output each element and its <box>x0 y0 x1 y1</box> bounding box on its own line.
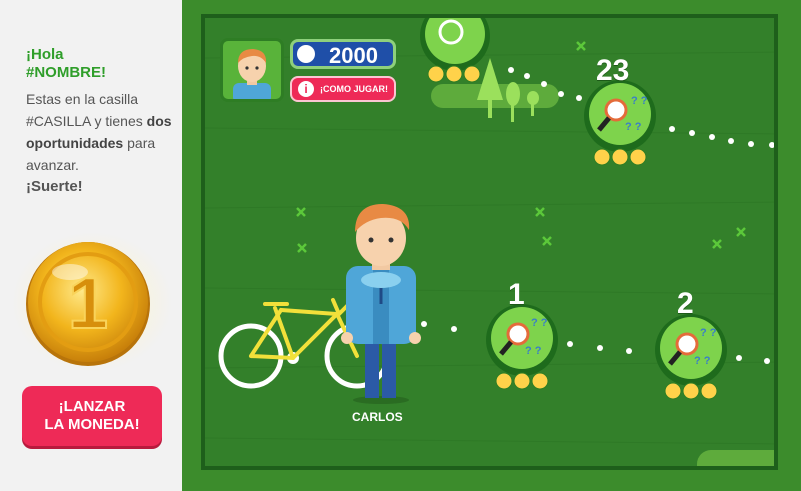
message-text-1: Estas en la casilla #CASILLA y tienes <box>26 91 143 129</box>
svg-text:? ?: ? ? <box>525 345 542 357</box>
square-number-1: 1 <box>508 278 525 311</box>
board-square-2[interactable]: ? ? ? ? <box>655 314 727 400</box>
flip-coin-button[interactable]: ¡LANZAR LA MONEDA! <box>22 386 162 446</box>
square-number-23: 23 <box>596 54 630 87</box>
sidebar: ¡Hola #NOMBRE! Estas en la casilla #CASI… <box>0 0 183 491</box>
stars-rating <box>593 148 647 166</box>
stars-rating <box>495 372 549 390</box>
info-icon: i <box>298 81 314 97</box>
board-square-23[interactable]: ? ? ? ? <box>584 80 656 166</box>
how-to-play-button[interactable]: i ¡COMO JUGAR! <box>290 76 396 102</box>
score-display: 2000 <box>290 39 396 69</box>
player-name: CARLOS <box>352 410 403 424</box>
stars-rating <box>664 382 718 400</box>
greeting-line-2: #NOMBRE! <box>26 64 107 81</box>
star-icon <box>297 45 315 63</box>
status-message: Estas en la casilla #CASILLA y tienes do… <box>26 88 176 176</box>
coin-icon: 1 <box>12 232 172 372</box>
greeting-line-1: ¡Hola <box>26 46 64 63</box>
luck-text: ¡Suerte! <box>26 178 83 195</box>
greeting: ¡Hola #NOMBRE! <box>26 46 176 82</box>
score-value: 2000 <box>329 43 378 68</box>
square-number-2: 2 <box>677 287 694 320</box>
flip-coin-label-2: LA MONEDA! <box>44 416 140 433</box>
flip-coin-label-1: ¡LANZAR <box>58 398 126 415</box>
player-avatar-portrait <box>220 38 284 102</box>
avatar-icon <box>233 49 271 99</box>
svg-text:? ?: ? ? <box>625 121 642 133</box>
how-to-play-label: ¡COMO JUGAR! <box>320 84 388 94</box>
svg-text:? ?: ? ? <box>700 327 717 339</box>
game-board: ? ? ? ? ? ? ? ? ? ? ? ? <box>201 14 778 470</box>
board-square-1[interactable]: ? ? ? ? <box>486 304 558 390</box>
magnifier-icon <box>506 322 530 346</box>
svg-text:? ?: ? ? <box>694 355 711 367</box>
board-square-top[interactable] <box>420 18 490 83</box>
magnifier-icon <box>604 98 628 122</box>
svg-text:? ?: ? ? <box>631 95 648 107</box>
bush-decoration <box>697 450 774 466</box>
magnifier-icon <box>675 332 699 356</box>
svg-text:? ?: ? ? <box>531 317 548 329</box>
